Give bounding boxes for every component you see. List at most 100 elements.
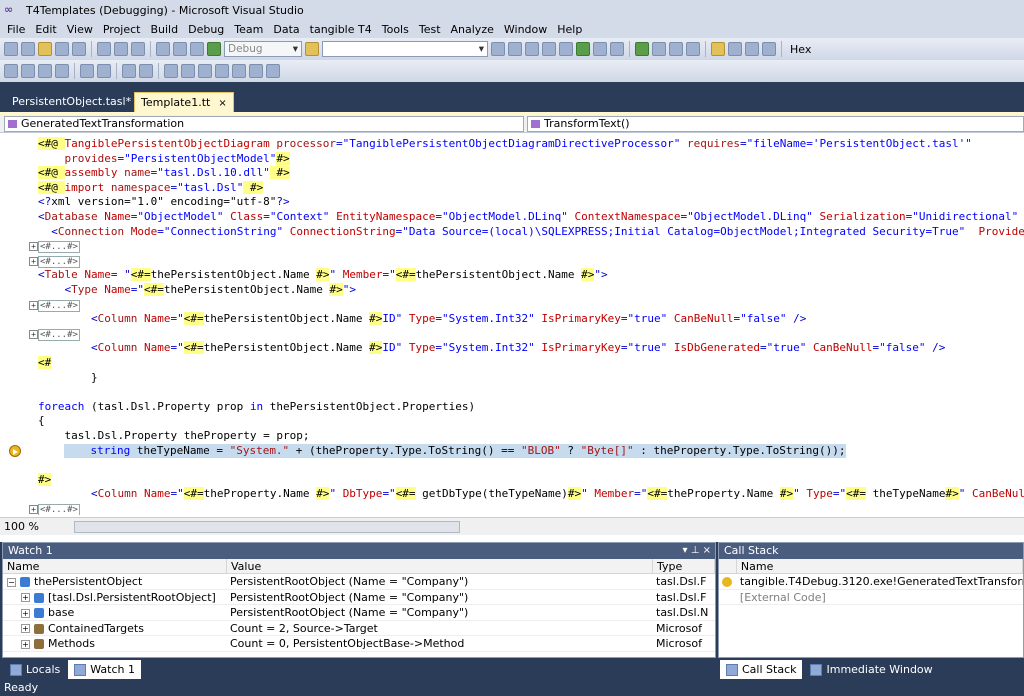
tab-callstack[interactable]: Call Stack [720,660,803,679]
menu-item-debug[interactable]: Debug [183,23,229,36]
panel-controls-icon[interactable]: ▾ ⊥ × [683,543,711,559]
expand-icon[interactable]: + [21,624,30,633]
menu-item-analyze[interactable]: Analyze [446,23,499,36]
tab-watch1[interactable]: Watch 1 [68,660,141,679]
copy-icon[interactable] [114,42,128,56]
bookmark-next-icon[interactable] [198,64,212,78]
menu-item-team[interactable]: Team [229,23,268,36]
horizontal-scrollbar[interactable] [74,521,460,533]
tab-immediate[interactable]: Immediate Window [804,660,938,679]
make-same-height-icon[interactable] [97,64,111,78]
hex-button[interactable]: Hex [787,43,814,56]
collapsed-region[interactable]: <#...#> [38,504,80,515]
make-same-width-icon[interactable] [80,64,94,78]
add-item-icon[interactable] [21,42,35,56]
save-all-icon[interactable] [72,42,86,56]
expand-icon[interactable]: + [21,593,30,602]
continue-debug-icon[interactable] [635,42,649,56]
watch-row[interactable]: + Methods Count = 0, PersistentObjectBase-… [3,636,715,652]
expand-region-icon[interactable]: + [29,329,38,339]
save-icon[interactable] [55,42,69,56]
toolbox-icon[interactable] [542,42,556,56]
bookmark-next-folder-icon[interactable] [232,64,246,78]
open-file-icon[interactable] [38,42,52,56]
object-browser-icon[interactable] [525,42,539,56]
expand-region-icon[interactable]: + [29,300,38,310]
paste-icon[interactable] [131,42,145,56]
collapsed-region[interactable]: <#...#> [38,255,80,268]
navigate-back-icon[interactable] [190,42,204,56]
uncomment-icon[interactable] [139,64,153,78]
align-rights-icon[interactable] [38,64,52,78]
properties-icon[interactable] [508,42,522,56]
comment-out-icon[interactable] [122,64,136,78]
zoom-level[interactable]: 100 % [4,520,39,533]
cut-icon[interactable] [97,42,111,56]
font-icon[interactable] [55,64,69,78]
command-window-icon[interactable] [610,42,624,56]
find-combo[interactable] [322,41,488,57]
watch-row[interactable]: + ContainedTargets Count = 2, Source->Targ… [3,621,715,636]
stop-debugging-icon[interactable] [669,42,683,56]
bookmark-prev-icon[interactable] [181,64,195,78]
bookmark-clear-icon[interactable] [249,64,263,78]
collapsed-region[interactable]: <#...#> [38,241,80,254]
callstack-row[interactable]: tangible.T4Debug.3120.exe!GeneratedTextT… [719,574,1023,590]
member-dropdown[interactable]: TransformText() [527,116,1024,132]
column-name[interactable]: Name [737,559,1023,573]
team-explorer-icon[interactable] [559,42,573,56]
expand-icon[interactable]: + [21,639,30,649]
watch-row[interactable]: + base PersistentRootObject (Name = "Compa… [3,605,715,621]
expand-region-icon[interactable]: + [29,505,38,514]
menu-item-view[interactable]: View [62,23,98,36]
align-lefts-icon[interactable] [4,64,18,78]
indicator-margin[interactable] [0,135,28,515]
start-page-icon[interactable] [576,42,590,56]
collapsed-region[interactable]: <#...#> [38,328,80,341]
menu-item-edit[interactable]: Edit [30,23,61,36]
watch-row[interactable]: − thePersistentObject PersistentRootObject… [3,574,715,590]
bookmark-window-icon[interactable] [266,64,280,78]
find-in-files-icon[interactable] [305,42,319,56]
code-editor[interactable]: GeneratedTextTransformation TransformTex… [0,112,1024,542]
menu-item-build[interactable]: Build [145,23,183,36]
align-centers-icon[interactable] [21,64,35,78]
column-type[interactable]: Type [653,559,715,573]
expand-region-icon[interactable]: + [29,256,38,266]
step-over-icon[interactable] [745,42,759,56]
show-next-statement-icon[interactable] [711,42,725,56]
collapsed-region[interactable]: <#...#> [38,299,80,312]
solution-explorer-icon[interactable] [491,42,505,56]
tab-locals[interactable]: Locals [4,660,66,679]
column-name[interactable]: Name [3,559,227,573]
menu-item-file[interactable]: File [2,23,30,36]
menu-item-tools[interactable]: Tools [377,23,414,36]
menu-item-help[interactable]: Help [552,23,587,36]
column-value[interactable]: Value [227,559,653,573]
menu-item-tangible-t4[interactable]: tangible T4 [305,23,377,36]
watch-row[interactable]: + [tasl.Dsl.PersistentRootObject] Persiste… [3,590,715,605]
type-dropdown[interactable]: GeneratedTextTransformation [4,116,524,132]
collapse-icon[interactable]: − [7,577,16,587]
extension-manager-icon[interactable] [593,42,607,56]
bookmark-prev-folder-icon[interactable] [215,64,229,78]
continue-icon[interactable] [207,42,221,56]
solution-config-combo[interactable]: Debug [224,41,302,57]
undo-icon[interactable] [156,42,170,56]
current-statement-icon[interactable] [9,444,21,457]
code-area[interactable]: <#@ TangiblePersistentObjectDiagram proc… [0,135,1024,515]
close-icon[interactable]: × [218,98,226,109]
bookmark-toggle-icon[interactable] [164,64,178,78]
restart-icon[interactable] [686,42,700,56]
step-into-icon[interactable] [728,42,742,56]
break-all-icon[interactable] [652,42,666,56]
tab-persistentobject[interactable]: PersistentObject.tasl* [6,92,137,112]
menu-item-test[interactable]: Test [414,23,446,36]
expand-region-icon[interactable]: + [29,242,38,252]
menu-item-data[interactable]: Data [268,23,304,36]
callstack-row[interactable]: [External Code] [719,590,1023,605]
redo-icon[interactable] [173,42,187,56]
new-project-icon[interactable] [4,42,18,56]
expand-icon[interactable]: + [21,608,30,618]
tab-template1[interactable]: Template1.tt × [134,92,234,112]
